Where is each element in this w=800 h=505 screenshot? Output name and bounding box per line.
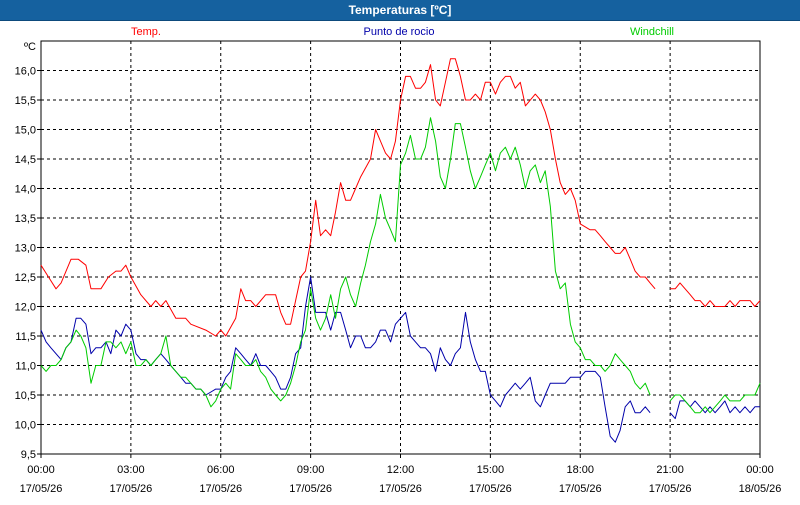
x-tick-time-label: 21:00 — [656, 464, 684, 476]
x-tick-date-label: 18/05/26 — [739, 483, 782, 495]
x-tick-time-label: 12:00 — [387, 464, 415, 476]
series-line-temp- — [670, 282, 761, 307]
x-tick-date-label: 17/05/26 — [379, 483, 422, 495]
x-tick-date-label: 17/05/26 — [199, 483, 242, 495]
x-tick-date-label: 17/05/26 — [649, 483, 692, 495]
x-tick-time-label: 18:00 — [566, 464, 594, 476]
chart-svg: 9,5 10,0 10,5 11,0 11,5 12,0 12,5 13,0 13,5 14,0 1… — [15, 26, 782, 495]
series-line-punto-de-rocio — [669, 400, 760, 420]
y-tick-label: 11,0 — [15, 361, 36, 373]
x-tick-date-label: 17/05/26 — [559, 483, 602, 495]
y-tick-label: 11,5 — [15, 331, 36, 343]
y-tick-label: 12,0 — [15, 302, 36, 314]
legend-item-temp-: Temp. — [131, 26, 161, 38]
y-axis-unit-label: ºC — [24, 41, 36, 53]
x-tick-date-label: 17/05/26 — [109, 483, 152, 495]
legend: Temp. Punto de rocio Windchill — [131, 26, 674, 38]
y-tick-label: 10,5 — [15, 390, 36, 402]
legend-item-punto-de-rocio: Punto de rocio — [364, 26, 435, 38]
y-tick-label: 13,0 — [15, 243, 36, 255]
series-line-windchill — [40, 117, 651, 408]
x-tick-time-label: 03:00 — [117, 464, 145, 476]
series-line-punto-de-rocio — [40, 276, 651, 443]
y-tick-label: 13,5 — [15, 213, 36, 225]
x-tick-time-label: 06:00 — [207, 464, 235, 476]
x-tick-time-label: 09:00 — [297, 464, 325, 476]
chart-area: 9,5 10,0 10,5 11,0 11,5 12,0 12,5 13,0 13,5 14,0 1… — [0, 21, 800, 505]
x-axis-ticks: 00:00 17/05/26 03:00 17/05/26 06:00 17/05/26 0… — [20, 454, 782, 495]
x-tick-date-label: 17/05/26 — [20, 483, 63, 495]
y-tick-label: 10,0 — [15, 420, 36, 432]
x-tick-date-label: 17/05/26 — [469, 483, 512, 495]
legend-item-windchill: Windchill — [630, 26, 674, 38]
y-tick-label: 15,5 — [15, 95, 36, 107]
y-tick-label: 9,5 — [21, 449, 36, 461]
x-tick-time-label: 00:00 — [746, 464, 774, 476]
y-tick-label: 15,0 — [15, 125, 36, 137]
x-tick-time-label: 15:00 — [477, 464, 505, 476]
y-axis-ticks: 9,5 10,0 10,5 11,0 11,5 12,0 12,5 13,0 13,5 14,0 1… — [15, 66, 41, 461]
y-tick-label: 14,0 — [15, 184, 36, 196]
y-tick-label: 14,5 — [15, 154, 36, 166]
y-tick-label: 16,0 — [15, 66, 36, 78]
x-tick-time-label: 00:00 — [27, 464, 55, 476]
chart-title: Temperaturas [ºC] — [0, 0, 800, 21]
x-tick-date-label: 17/05/26 — [289, 483, 332, 495]
y-tick-label: 12,5 — [15, 272, 36, 284]
